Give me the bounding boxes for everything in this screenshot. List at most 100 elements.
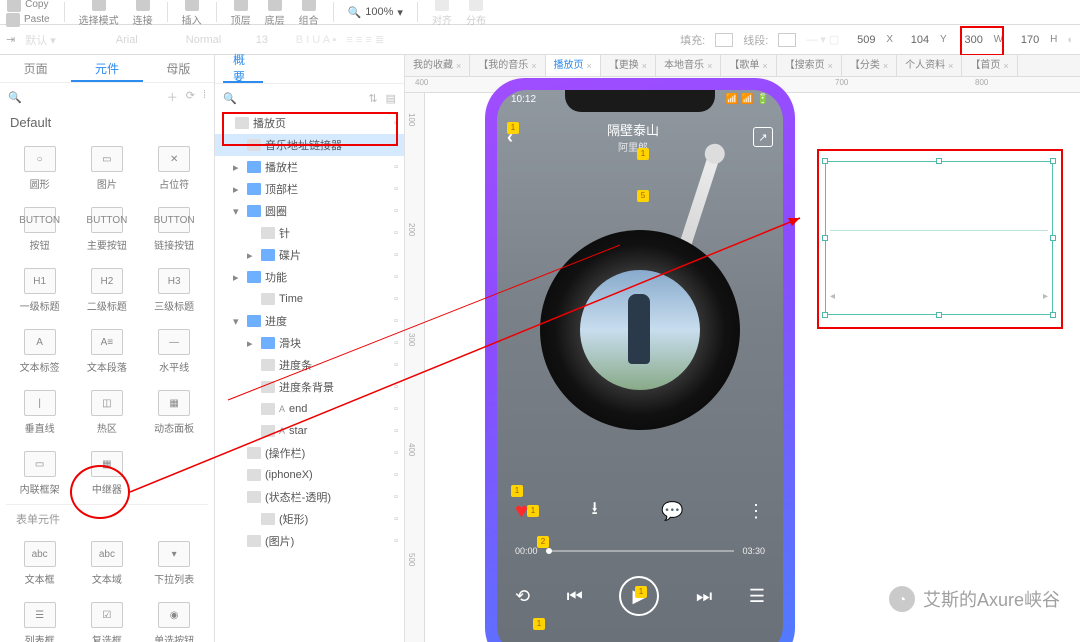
widget-item[interactable]: ▾下拉列表 bbox=[141, 533, 208, 594]
canvas-tab[interactable]: 【我的音乐× bbox=[470, 55, 545, 76]
widget-item[interactable]: abc文本框 bbox=[6, 533, 73, 594]
align-button[interactable]: 对齐 bbox=[432, 0, 452, 27]
widget-item[interactable]: ◫热区 bbox=[73, 382, 140, 443]
paste-icon[interactable] bbox=[6, 13, 20, 27]
outline-node[interactable]: (矩形)▫ bbox=[215, 508, 404, 530]
font-size-input[interactable] bbox=[256, 34, 286, 46]
widget-item[interactable]: ✕占位符 bbox=[141, 138, 208, 199]
loop-icon[interactable]: ⟲ bbox=[515, 586, 530, 607]
widget-item[interactable]: ○圆形 bbox=[6, 138, 73, 199]
tab-pages[interactable]: 页面 bbox=[0, 55, 71, 82]
canvas-tab[interactable]: 【歌单× bbox=[721, 55, 776, 76]
zoom-control[interactable]: 🔍100%▾ bbox=[348, 6, 403, 19]
outline-node[interactable]: 进度条背景▫ bbox=[215, 376, 404, 398]
indent-icon[interactable]: ⇥ bbox=[6, 33, 15, 46]
tab-outline[interactable]: 概要 bbox=[223, 55, 263, 83]
comment-icon[interactable]: 💬 bbox=[661, 501, 683, 522]
size-h[interactable]: H bbox=[1013, 33, 1057, 47]
group-button[interactable]: 组合 bbox=[299, 0, 319, 27]
text-color-icon[interactable]: 默认 ▾ bbox=[25, 32, 56, 48]
widget-item[interactable]: ☰列表框 bbox=[6, 594, 73, 642]
library-name[interactable]: Default bbox=[0, 111, 214, 134]
outline-node[interactable]: 针▫ bbox=[215, 222, 404, 244]
widget-item[interactable]: ▭内联框架 bbox=[6, 443, 73, 504]
outline-node[interactable]: 进度条▫ bbox=[215, 354, 404, 376]
canvas-tab[interactable]: 我的收藏× bbox=[405, 55, 470, 76]
tab-masters[interactable]: 母版 bbox=[143, 55, 214, 82]
widget-item[interactable]: ▦动态面板 bbox=[141, 382, 208, 443]
outline-node[interactable]: Aend▫ bbox=[215, 398, 404, 420]
prev-icon[interactable]: ⏮ bbox=[567, 586, 583, 607]
widget-item[interactable]: H2二级标题 bbox=[73, 260, 140, 321]
outline-node[interactable]: ▸播放栏▫ bbox=[215, 156, 404, 178]
outline-node[interactable]: 音乐地址链接器▫ bbox=[215, 134, 404, 156]
outline-node[interactable]: ▸滑块▫ bbox=[215, 332, 404, 354]
outline-node[interactable]: ▸顶部栏▫ bbox=[215, 178, 404, 200]
widget-item[interactable]: BUTTON按钮 bbox=[6, 199, 73, 260]
copy-icon[interactable] bbox=[7, 0, 21, 12]
outline-node[interactable]: 播放页▫ bbox=[215, 112, 404, 134]
outline-tree[interactable]: 播放页▫音乐地址链接器▫▸播放栏▫▸顶部栏▫▾圆圈▫针▫▸碟片▫▸功能▫Time… bbox=[215, 112, 404, 642]
progress-bar[interactable] bbox=[546, 550, 735, 552]
playlist-icon[interactable]: ☰ bbox=[749, 586, 765, 607]
tab-widgets[interactable]: 元件 bbox=[71, 55, 142, 82]
widget-item[interactable]: —水平线 bbox=[141, 321, 208, 382]
more-icon[interactable]: ⁞ bbox=[203, 89, 206, 105]
selection-box[interactable]: ◂▸ bbox=[825, 161, 1053, 315]
stroke-swatch[interactable] bbox=[778, 33, 796, 47]
widget-item[interactable]: |垂直线 bbox=[6, 382, 73, 443]
outline-node[interactable]: (图片)▫ bbox=[215, 530, 404, 552]
canvas-tab[interactable]: 【首页× bbox=[962, 55, 1017, 76]
more-icon[interactable]: ⋮ bbox=[747, 501, 765, 522]
search-icon[interactable]: 🔍 bbox=[223, 92, 237, 105]
widget-item[interactable]: H3三级标题 bbox=[141, 260, 208, 321]
outline-node[interactable]: ▸功能▫ bbox=[215, 266, 404, 288]
bottom-layer-button[interactable]: 底层 bbox=[265, 0, 285, 27]
distribute-button[interactable]: 分布 bbox=[466, 0, 486, 27]
insert-button[interactable]: 插入 bbox=[182, 0, 202, 27]
outline-node[interactable]: ▸碟片▫ bbox=[215, 244, 404, 266]
download-icon[interactable]: ⭳ bbox=[591, 496, 597, 526]
widget-item[interactable]: ☑复选框 bbox=[73, 594, 140, 642]
position-x[interactable]: X bbox=[849, 33, 893, 47]
widget-item[interactable]: BUTTON主要按钮 bbox=[73, 199, 140, 260]
search-icon[interactable]: 🔍 bbox=[8, 91, 22, 104]
widget-item[interactable]: ▭图片 bbox=[73, 138, 140, 199]
widget-item[interactable]: abc文本域 bbox=[73, 533, 140, 594]
widget-item[interactable]: H1一级标题 bbox=[6, 260, 73, 321]
canvas-stage[interactable]: 10:12 📶📶🔋 ‹ 隔壁泰山 阿里郎 ↗ bbox=[425, 93, 1080, 642]
widget-item[interactable]: A≡文本段落 bbox=[73, 321, 140, 382]
visibility-icon[interactable]: ◐ bbox=[1067, 34, 1074, 46]
canvas-tab[interactable]: 【更换× bbox=[601, 55, 656, 76]
share-icon[interactable]: ↗ bbox=[753, 127, 773, 147]
next-icon[interactable]: ⏭ bbox=[696, 586, 712, 607]
outline-node[interactable]: (状态栏-透明)▫ bbox=[215, 486, 404, 508]
filter-icon[interactable]: ▤ bbox=[386, 92, 396, 105]
size-w[interactable]: W bbox=[957, 33, 1003, 47]
connect-button[interactable]: 连接 bbox=[133, 0, 153, 27]
outline-node[interactable]: ▾圆圈▫ bbox=[215, 200, 404, 222]
options-icon[interactable]: ⟳ bbox=[186, 89, 195, 105]
outline-node[interactable]: ▾进度▫ bbox=[215, 310, 404, 332]
widget-item[interactable]: BUTTON链接按钮 bbox=[141, 199, 208, 260]
outline-node[interactable]: Time▫ bbox=[215, 288, 404, 310]
font-select[interactable] bbox=[116, 34, 176, 46]
widget-item[interactable]: ▦中继器 bbox=[73, 443, 140, 504]
sort-icon[interactable]: ⇅ bbox=[368, 92, 377, 105]
canvas-tab[interactable]: 播放页× bbox=[546, 55, 601, 76]
widget-item[interactable]: A文本标签 bbox=[6, 321, 73, 382]
fill-swatch[interactable] bbox=[715, 33, 733, 47]
outline-node[interactable]: (iphoneX)▫ bbox=[215, 464, 404, 486]
canvas-tab[interactable]: 【分类× bbox=[842, 55, 897, 76]
canvas-tab[interactable]: 【搜索页× bbox=[777, 55, 842, 76]
widget-item[interactable]: ◉单选按钮 bbox=[141, 594, 208, 642]
canvas-tab[interactable]: 本地音乐× bbox=[656, 55, 721, 76]
font-style-select[interactable] bbox=[186, 34, 246, 46]
top-layer-button[interactable]: 顶层 bbox=[231, 0, 251, 27]
select-mode-button[interactable]: 选择模式 bbox=[79, 0, 119, 27]
position-y[interactable]: Y bbox=[903, 33, 947, 47]
widget-item[interactable] bbox=[141, 443, 208, 504]
outline-node[interactable]: Astar▫ bbox=[215, 420, 404, 442]
canvas-tab[interactable]: 个人资料× bbox=[897, 55, 962, 76]
add-library-icon[interactable]: ＋ bbox=[167, 89, 178, 105]
